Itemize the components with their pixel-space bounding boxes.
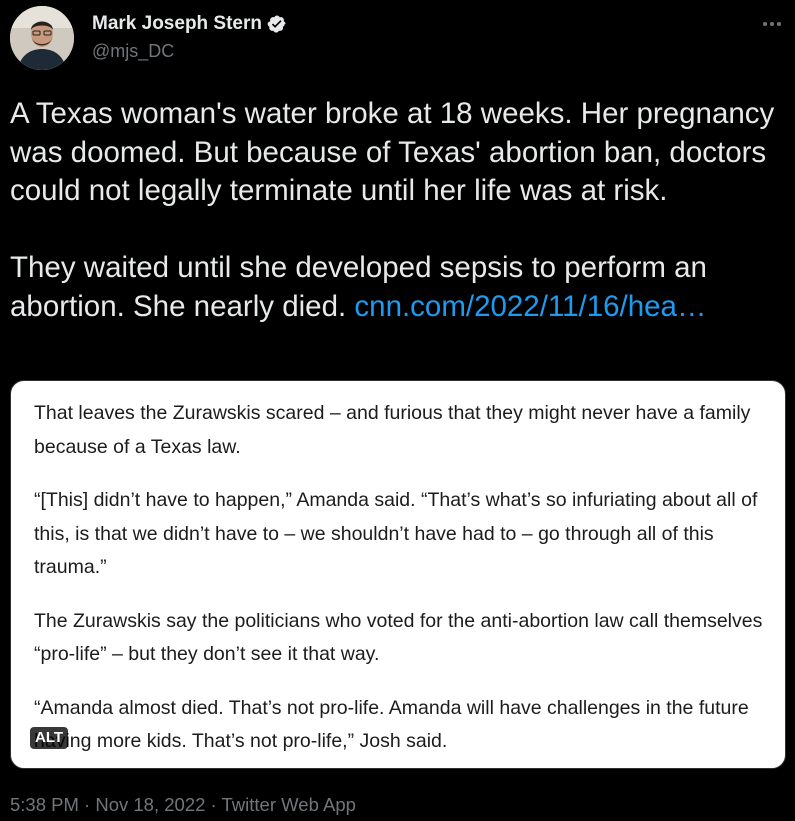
- tweet-metadata: 5:38 PM · Nov 18, 2022 · Twitter Web App: [10, 794, 356, 816]
- user-avatar[interactable]: [10, 6, 74, 70]
- author-name[interactable]: Mark Joseph Stern: [92, 13, 262, 35]
- meta-separator: ·: [78, 794, 96, 815]
- excerpt-paragraph: That leaves the Zurawskis scared – and f…: [34, 402, 751, 458]
- tweet-source[interactable]: Twitter Web App: [222, 794, 356, 815]
- more-options-button[interactable]: [757, 8, 787, 38]
- tweet-date[interactable]: Nov 18, 2022: [95, 794, 205, 815]
- excerpt-paragraph: “Amanda almost died. That’s not pro-life…: [34, 696, 749, 753]
- alt-text-badge[interactable]: ALT: [30, 727, 69, 749]
- tweet-time[interactable]: 5:38 PM: [10, 794, 79, 815]
- excerpt-paragraph: “[This] didn’t have to happen,” Amanda s…: [34, 489, 758, 578]
- more-horizontal-icon: [762, 14, 782, 32]
- tweet-image[interactable]: That leaves the Zurawskis scared – and f…: [10, 380, 786, 769]
- article-link[interactable]: cnn.com/2022/11/16/hea…: [354, 290, 706, 323]
- tweet-paragraph: A Texas woman's water broke at 18 weeks.…: [10, 97, 775, 207]
- tweet-text: A Texas woman's water broke at 18 weeks.…: [10, 95, 785, 326]
- tweet-header: Mark Joseph Stern @mjs_DC: [0, 0, 795, 80]
- excerpt-paragraph: The Zurawskis say the politicians who vo…: [34, 609, 763, 666]
- verified-badge-icon: [267, 14, 287, 34]
- tweet-paragraph: They waited until she developed sepsis t…: [10, 249, 785, 326]
- author-handle[interactable]: @mjs_DC: [92, 41, 174, 62]
- image-article-excerpt: That leaves the Zurawskis scared – and f…: [34, 397, 774, 759]
- author-name-row[interactable]: Mark Joseph Stern: [92, 13, 287, 35]
- meta-separator: ·: [205, 794, 222, 815]
